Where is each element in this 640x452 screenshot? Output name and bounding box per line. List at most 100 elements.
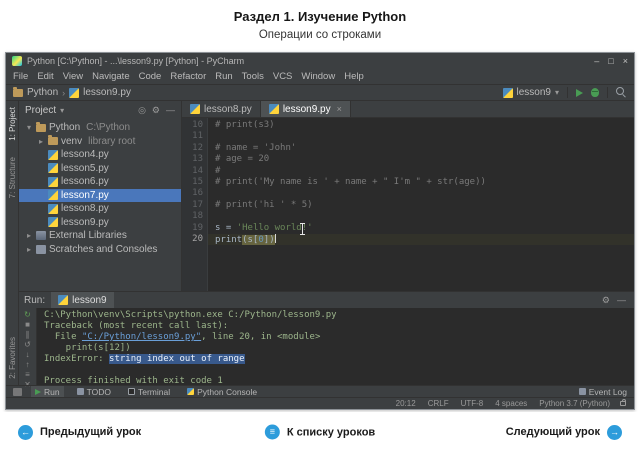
console-line-6[interactable] [44,365,634,376]
console-line-1[interactable]: C:\Python\venv\Scripts\python.exe C:/Pyt… [44,310,634,321]
run-console-output[interactable]: C:\Python\venv\Scripts\python.exe C:/Pyt… [37,308,634,385]
status-crlf[interactable]: CRLF [428,399,449,408]
console-line-3[interactable]: File "C:/Python/lesson9.py", line 20, in… [44,332,634,343]
code-line-14[interactable]: 14# [182,166,634,177]
code-editor[interactable]: 10# print(s3)1112# name = 'John'13# age … [182,118,634,291]
code-line-20[interactable]: 20print(s[0]) [182,234,634,245]
status-python-3-7-python[interactable]: Python 3.7 (Python) [539,399,610,408]
toolwindow-stripe-1-project[interactable]: 1: Project [8,107,17,141]
toolwindow-stripe-7-structure[interactable]: 7: Structure [8,157,17,198]
tree-item-venv[interactable]: ▸venvlibrary root [19,135,181,149]
code-line-11[interactable]: 11 [182,131,634,142]
debug-button[interactable] [591,88,599,97]
tree-item-lesson4-py[interactable]: lesson4.py [19,148,181,162]
status-20-12[interactable]: 20:12 [396,399,416,408]
tree-item-scratches-and-consoles[interactable]: ▸Scratches and Consoles [19,243,181,257]
code-line-text: # print('My name is ' + name + " I'm " +… [208,177,634,188]
console-line-7[interactable]: Process finished with exit code 1 [44,376,634,385]
toolwindow-stripe-2-favorites[interactable]: 2: Favorites [8,337,17,379]
toolwindow-button-todo[interactable]: TODO [73,386,115,397]
tree-item-lesson8-py[interactable]: lesson8.py [19,202,181,216]
menu-window[interactable]: Window [301,71,335,82]
toolwindow-button-run[interactable]: Run [31,386,64,397]
status-utf-8[interactable]: UTF-8 [461,399,484,408]
menu-tools[interactable]: Tools [242,71,264,82]
tree-item-lesson6-py[interactable]: lesson6.py [19,175,181,189]
code-line-10[interactable]: 10# print(s3) [182,120,634,131]
chevron-right-icon[interactable]: ▸ [25,245,33,254]
locate-icon[interactable]: ◎ [138,106,146,115]
prev-lesson-button[interactable]: ← Предыдущий урок [18,425,141,440]
line-number: 14 [182,166,208,177]
tab-lesson8-py[interactable]: lesson8.py [182,101,261,117]
tree-item-label: External Libraries [49,230,127,241]
chevron-down-icon[interactable]: ▾ [25,123,33,132]
run-button[interactable] [576,89,583,97]
menu-file[interactable]: File [13,71,28,82]
tree-item-python[interactable]: ▾PythonC:\Python [19,121,181,135]
menu-vcs[interactable]: VCS [273,71,293,82]
code-line-16[interactable]: 16 [182,188,634,199]
pause-output-icon[interactable]: ∥ [26,330,30,340]
hide-panel-icon[interactable]: — [166,106,175,115]
settings-icon[interactable]: ⚙ [602,296,610,305]
code-line-18[interactable]: 18 [182,211,634,222]
scroll-down-icon[interactable]: ↓ [26,350,30,360]
run-config-selector[interactable]: lesson9 ▾ [503,87,559,98]
close-tab-icon[interactable]: × [337,104,342,114]
console-line-2[interactable]: Traceback (most recent call last): [44,321,634,332]
stop-icon[interactable]: ■ [25,320,30,330]
toolwindow-button-python-console[interactable]: Python Console [183,386,261,397]
status-bar-items: 20:12 CRLF UTF-8 4 spaces Python 3.7 (Python… [384,399,610,408]
next-lesson-button[interactable]: Следующий урок → [506,425,622,440]
menu-edit[interactable]: Edit [37,71,53,82]
menu-code[interactable]: Code [139,71,162,82]
project-panel-title: Project [25,105,56,116]
search-everywhere-icon[interactable] [616,87,627,98]
code-line-19[interactable]: 19s = 'Hello world!' [182,223,634,234]
project-panel-header[interactable]: Project ▾ ◎⚙— [19,101,181,119]
chevron-right-icon[interactable]: ▸ [37,137,45,146]
tree-item-lesson9-py[interactable]: lesson9.py [19,216,181,230]
console-line-4[interactable]: print(s[12]) [44,343,634,354]
tree-item-external-libraries[interactable]: ▸ External Libraries [19,229,181,243]
breadcrumb-project[interactable]: Python [27,87,58,98]
menu-view[interactable]: View [63,71,83,82]
project-panel-icons: ◎ ⚙ — [138,106,175,115]
chevron-right-icon[interactable]: ▸ [25,231,33,240]
window-titlebar[interactable]: Python [C:\Python] - ...\lesson9.py [Pyt… [6,53,634,69]
status-4-spaces[interactable]: 4 spaces [495,399,527,408]
menu-run[interactable]: Run [215,71,232,82]
print-icon[interactable]: ≡ [25,370,30,380]
python-file-icon [269,104,279,114]
code-line-12[interactable]: 12# name = 'John' [182,143,634,154]
code-line-17[interactable]: 17# print('hi ' * 5) [182,200,634,211]
settings-icon[interactable]: ⚙ [152,106,160,115]
tree-item-lesson5-py[interactable]: lesson5.py [19,162,181,176]
restore-layout-icon[interactable]: ↺ [24,340,31,350]
lock-icon[interactable] [620,401,626,406]
tree-item-lesson7-py[interactable]: lesson7.py [19,189,181,203]
maximize-button[interactable]: □ [608,56,613,66]
close-button[interactable]: × [623,56,628,66]
menu-navigate[interactable]: Navigate [92,71,130,82]
tab-lesson9-py[interactable]: lesson9.py× [261,101,351,117]
lesson-list-button[interactable]: ≡ К списку уроков [265,425,375,440]
console-line-5[interactable]: IndexError: string index out of range [44,354,634,365]
scroll-up-icon[interactable]: ↑ [26,360,30,370]
code-line-15[interactable]: 15# print('My name is ' + name + " I'm "… [182,177,634,188]
code-line-13[interactable]: 13# age = 20 [182,154,634,165]
event-log-button[interactable]: Event Log [579,387,627,397]
lesson-nav-bar: ← Предыдущий урок ≡ К списку уроков След… [0,412,640,452]
line-number: 16 [182,188,208,199]
toolwindow-switcher-icon[interactable] [13,388,22,396]
breadcrumb-file[interactable]: lesson9.py [83,87,131,98]
hide-panel-icon[interactable]: — [617,296,626,305]
minimize-button[interactable]: – [594,56,599,66]
menu-refactor[interactable]: Refactor [170,71,206,82]
run-tab-lesson9[interactable]: lesson9 [51,292,113,308]
menu-help[interactable]: Help [344,71,364,82]
code-line-text: # age = 20 [208,154,634,165]
toolwindow-button-terminal[interactable]: Terminal [124,386,174,397]
rerun-icon[interactable]: ↻ [24,310,31,320]
